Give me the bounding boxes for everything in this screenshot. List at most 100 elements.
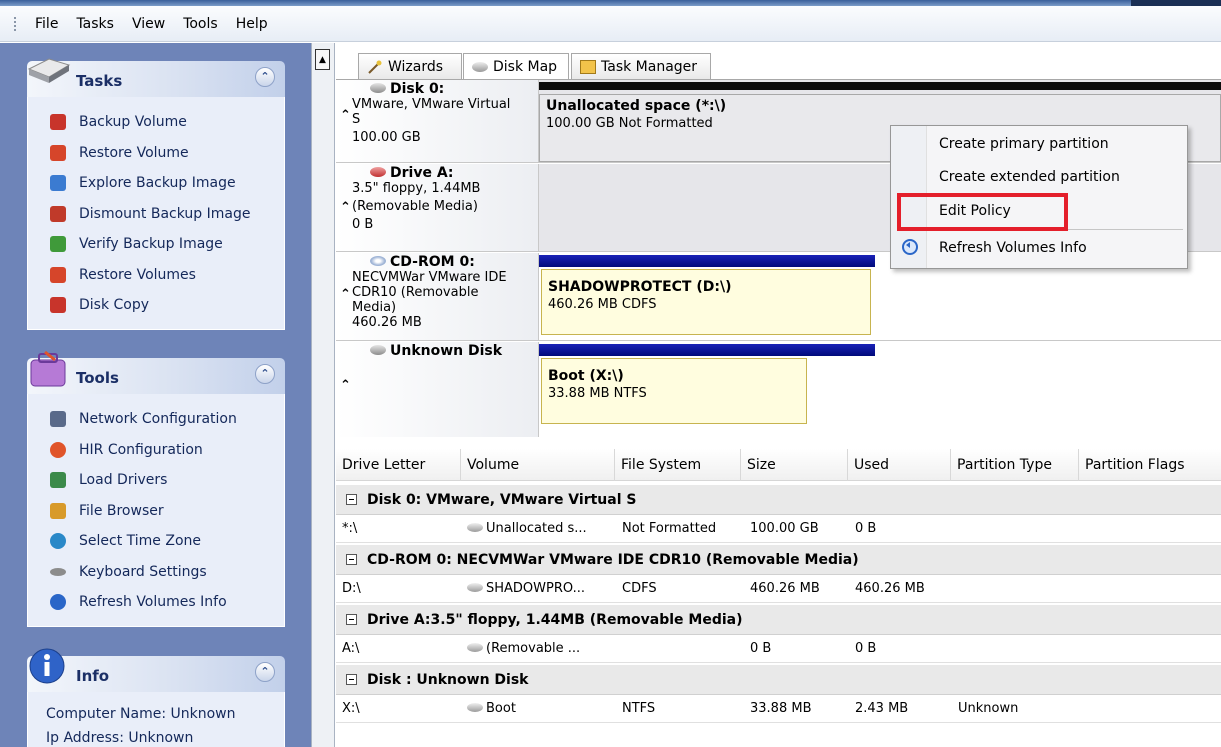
collapse-toggle-icon[interactable] — [346, 554, 357, 565]
info-panel-body: Computer Name: Unknown Ip Address: Unkno… — [27, 692, 285, 747]
task-restore-volumes[interactable]: Restore Volumes — [28, 260, 284, 291]
info-icon — [29, 648, 65, 684]
backup-icon — [50, 114, 66, 131]
tasks-panel-header[interactable]: Tasks ⌃ — [27, 51, 285, 97]
unknown-disk-info: Unknown Disk ⌃ — [336, 342, 539, 438]
tasks-panel-body: Backup Volume Restore Volume Explore Bac… — [27, 97, 285, 330]
tasks-panel-title: Tasks — [76, 72, 123, 90]
task-backup-volume[interactable]: Backup Volume — [28, 107, 284, 138]
cdrom-collapse-icon[interactable]: ⌃ — [340, 287, 351, 302]
restore-volumes-icon — [50, 266, 66, 283]
group-disk0[interactable]: Disk 0: VMware, VMware Virtual S — [336, 485, 1221, 515]
tab-strip: Wizards Disk Map Task Manager — [336, 43, 1221, 80]
toolbox-icon — [30, 350, 66, 387]
info-panel-header[interactable]: Info ⌃ — [27, 646, 285, 692]
col-partition-type[interactable]: Partition Type — [951, 449, 1079, 481]
menu-view[interactable]: View — [123, 12, 174, 36]
drive-a-collapse-icon[interactable]: ⌃ — [340, 200, 351, 215]
hir-icon — [50, 441, 66, 458]
tool-file-browser[interactable]: File Browser — [28, 496, 284, 527]
group-unknown-disk[interactable]: Disk : Unknown Disk — [336, 665, 1221, 695]
table-row[interactable]: *:\ Unallocated s... Not Formatted 100.0… — [336, 515, 1221, 543]
floppy-icon — [370, 167, 386, 177]
refresh-icon — [50, 594, 66, 611]
task-dismount-backup-image[interactable]: Dismount Backup Image — [28, 199, 284, 230]
task-manager-icon — [580, 59, 596, 74]
menu-tasks[interactable]: Tasks — [67, 12, 123, 36]
menu-grip-icon[interactable] — [14, 16, 18, 31]
disk-icon — [370, 83, 386, 93]
tool-refresh-volumes-info[interactable]: Refresh Volumes Info — [28, 587, 284, 618]
file-browser-icon — [50, 502, 66, 519]
unknown-disk-map: Boot (X:\) 33.88 MB NTFS — [539, 342, 1221, 438]
menu-file[interactable]: File — [26, 12, 67, 36]
drive-a-info: Drive A: 3.5" floppy, 1.44MB (Removable … — [336, 164, 539, 251]
menu-create-primary-partition[interactable]: Create primary partition — [939, 136, 1109, 152]
volume-shadowprotect[interactable]: SHADOWPROTECT (D:\) 460.26 MB CDFS — [541, 269, 871, 335]
ip-address-text: Ip Address: Unknown — [46, 730, 194, 746]
computer-name-text: Computer Name: Unknown — [46, 706, 236, 722]
volume-grid: Drive Letter Volume File System Size Use… — [336, 437, 1221, 747]
tool-keyboard-settings[interactable]: Keyboard Settings — [28, 557, 284, 588]
disk-row-unknown[interactable]: Unknown Disk ⌃ Boot (X:\) 33.88 MB NTFS — [336, 342, 1221, 438]
tasks-collapse-icon[interactable]: ⌃ — [255, 67, 275, 87]
tool-hir-configuration[interactable]: HIR Configuration — [28, 435, 284, 466]
table-row[interactable]: X:\ Boot NTFS 33.88 MB 2.43 MB Unknown — [336, 695, 1221, 723]
disk-copy-icon — [50, 297, 66, 314]
unknown-disk-usage-bar — [539, 344, 875, 356]
table-row[interactable]: D:\ SHADOWPRO... CDFS 460.26 MB 460.26 M… — [336, 575, 1221, 603]
collapse-toggle-icon[interactable] — [346, 494, 357, 505]
tab-wizards[interactable]: Wizards — [358, 53, 462, 79]
task-disk-copy[interactable]: Disk Copy — [28, 290, 284, 321]
disk-icon — [370, 345, 386, 355]
col-drive-letter[interactable]: Drive Letter — [336, 449, 461, 481]
tool-load-drivers[interactable]: Load Drivers — [28, 465, 284, 496]
task-pane: Tasks ⌃ Backup Volume Restore Volume Exp… — [0, 43, 311, 747]
menu-help[interactable]: Help — [227, 12, 277, 36]
task-restore-volume[interactable]: Restore Volume — [28, 138, 284, 169]
collapse-toggle-icon[interactable] — [346, 674, 357, 685]
tab-disk-map[interactable]: Disk Map — [463, 53, 569, 80]
volume-boot[interactable]: Boot (X:\) 33.88 MB NTFS — [541, 358, 807, 424]
col-used[interactable]: Used — [848, 449, 951, 481]
disk0-usage-bar — [539, 82, 1221, 90]
restore-icon — [50, 144, 66, 161]
menu-create-extended-partition[interactable]: Create extended partition — [939, 169, 1120, 185]
menu-refresh-volumes-info[interactable]: Refresh Volumes Info — [939, 240, 1087, 256]
col-file-system[interactable]: File System — [615, 449, 741, 481]
keyboard-icon — [50, 567, 66, 576]
collapse-toggle-icon[interactable] — [346, 614, 357, 625]
col-size[interactable]: Size — [741, 449, 848, 481]
tool-network-configuration[interactable]: Network Configuration — [28, 404, 284, 435]
cdrom-info: CD-ROM 0: NECVMWar VMware IDE CDR10 (Rem… — [336, 253, 539, 340]
tool-select-time-zone[interactable]: Select Time Zone — [28, 526, 284, 557]
volume-icon — [467, 523, 483, 532]
scroll-up-arrow-icon[interactable]: ▲ — [315, 49, 330, 70]
task-verify-backup-image[interactable]: Verify Backup Image — [28, 229, 284, 260]
tools-panel-body: Network Configuration HIR Configuration … — [27, 394, 285, 627]
col-partition-flags[interactable]: Partition Flags — [1079, 449, 1221, 481]
group-drive-a[interactable]: Drive A:3.5" floppy, 1.44MB (Removable M… — [336, 605, 1221, 635]
volume-icon — [467, 643, 483, 652]
tab-task-manager[interactable]: Task Manager — [571, 53, 711, 79]
table-row[interactable]: A:\ (Removable ... 0 B 0 B — [336, 635, 1221, 663]
disk0-collapse-icon[interactable]: ⌃ — [340, 108, 351, 123]
highlight-box — [897, 193, 1068, 231]
grid-header: Drive Letter Volume File System Size Use… — [336, 449, 1221, 481]
tools-collapse-icon[interactable]: ⌃ — [255, 364, 275, 384]
tools-panel-title: Tools — [76, 369, 119, 387]
col-volume[interactable]: Volume — [461, 449, 615, 481]
wizard-wand-icon — [368, 60, 382, 74]
group-cdrom[interactable]: CD-ROM 0: NECVMWar VMware IDE CDR10 (Rem… — [336, 545, 1221, 575]
unknown-disk-collapse-icon[interactable]: ⌃ — [340, 378, 351, 393]
refresh-icon — [902, 239, 918, 255]
explore-icon — [50, 175, 66, 192]
menu-tools[interactable]: Tools — [174, 12, 227, 36]
tools-panel: Tools ⌃ Network Configuration HIR Config… — [27, 348, 285, 627]
pane-splitter[interactable]: ▲ — [311, 43, 335, 747]
task-explore-backup-image[interactable]: Explore Backup Image — [28, 168, 284, 199]
drivers-icon — [50, 472, 66, 489]
volume-icon — [467, 583, 483, 592]
info-collapse-icon[interactable]: ⌃ — [255, 662, 275, 682]
tools-panel-header[interactable]: Tools ⌃ — [27, 348, 285, 394]
